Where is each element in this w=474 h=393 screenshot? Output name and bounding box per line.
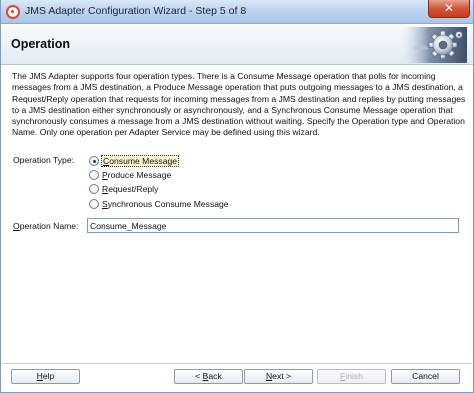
radio-button[interactable] <box>89 156 99 166</box>
description-text: The JMS Adapter supports four operation … <box>12 71 466 138</box>
radio-label[interactable]: Consume Message <box>101 155 180 167</box>
gear-icon <box>399 27 467 63</box>
window-title: JMS Adapter Configuration Wizard - Step … <box>25 5 247 17</box>
radio-button[interactable] <box>89 199 99 209</box>
wizard-window: JMS Adapter Configuration Wizard - Step … <box>0 0 474 393</box>
help-button[interactable]: Help <box>11 369 80 384</box>
back-button[interactable]: < Back <box>174 369 243 384</box>
footer-divider <box>2 363 472 364</box>
title-bar[interactable]: JMS Adapter Configuration Wizard - Step … <box>1 0 473 24</box>
radio-button[interactable] <box>89 170 99 180</box>
close-button[interactable]: ✕ <box>428 0 470 18</box>
jms-adapter-icon <box>6 5 20 19</box>
operation-type-label: Operation Type: <box>13 155 74 165</box>
operation-name-label: Operation Name: <box>13 221 79 231</box>
next-button[interactable]: Next > <box>244 369 313 384</box>
cancel-button[interactable]: Cancel <box>391 369 460 384</box>
radio-button[interactable] <box>89 184 99 194</box>
wizard-header: Operation <box>1 25 473 65</box>
radio-label[interactable]: Produce Message <box>101 169 172 181</box>
page-title: Operation <box>11 37 71 51</box>
operation-name-field[interactable] <box>87 218 459 233</box>
finish-button[interactable]: Finish <box>317 369 386 384</box>
radio-label[interactable]: Synchronous Consume Message <box>101 198 230 210</box>
radio-label[interactable]: Request/Reply <box>101 183 159 195</box>
